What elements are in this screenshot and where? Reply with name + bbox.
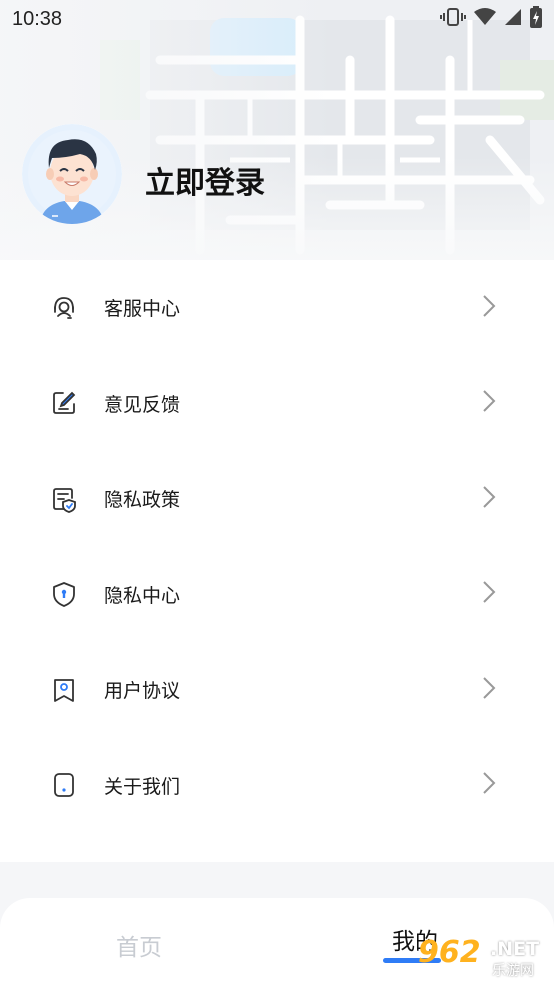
menu-item-label: 隐私中心 xyxy=(104,585,181,607)
settings-menu: 客服中心 意见反馈 隐私政策 隐私中心 用户协议 关于我们 xyxy=(0,260,554,862)
status-icons xyxy=(440,6,542,32)
menu-item-label: 客服中心 xyxy=(104,299,181,321)
chevron-right-icon xyxy=(482,389,496,417)
battery-icon xyxy=(530,6,542,32)
avatar[interactable] xyxy=(22,124,122,224)
policy-doc-icon xyxy=(50,485,78,513)
headset-icon xyxy=(50,294,78,322)
menu-item-label: 关于我们 xyxy=(104,776,181,798)
chevron-right-icon xyxy=(482,485,496,513)
about-icon xyxy=(50,771,78,799)
avatar-icon xyxy=(22,124,122,224)
bookmark-icon xyxy=(50,676,78,704)
menu-item-customer-service[interactable]: 客服中心 xyxy=(0,260,554,356)
watermark-site: 乐游网 xyxy=(492,963,534,979)
status-bar: 10:38 xyxy=(0,0,554,38)
menu-item-label: 意见反馈 xyxy=(104,394,181,416)
watermark-number: 962 xyxy=(418,935,481,970)
watermark-net: .NET xyxy=(490,938,540,960)
chevron-right-icon xyxy=(482,580,496,608)
menu-item-privacy-policy[interactable]: 隐私政策 xyxy=(0,451,554,547)
vibrate-icon xyxy=(440,7,466,31)
login-link[interactable]: 立即登录 xyxy=(145,158,265,202)
chevron-right-icon xyxy=(482,771,496,799)
shield-icon xyxy=(50,580,78,608)
tab-home[interactable]: 首页 xyxy=(116,928,162,962)
status-time: 10:38 xyxy=(12,7,63,30)
chevron-right-icon xyxy=(482,294,496,322)
menu-item-label: 隐私政策 xyxy=(104,490,181,512)
menu-item-user-agreement[interactable]: 用户协议 xyxy=(0,642,554,738)
wifi-icon xyxy=(474,8,496,30)
feedback-edit-icon xyxy=(50,389,78,417)
menu-item-feedback[interactable]: 意见反馈 xyxy=(0,356,554,452)
watermark-logo: 962 .NET 乐游网 xyxy=(418,935,548,981)
chevron-right-icon xyxy=(482,676,496,704)
signal-icon xyxy=(504,8,522,30)
menu-item-about-us[interactable]: 关于我们 xyxy=(0,738,554,834)
menu-item-label: 用户协议 xyxy=(104,681,181,703)
menu-item-privacy-center[interactable]: 隐私中心 xyxy=(0,547,554,643)
